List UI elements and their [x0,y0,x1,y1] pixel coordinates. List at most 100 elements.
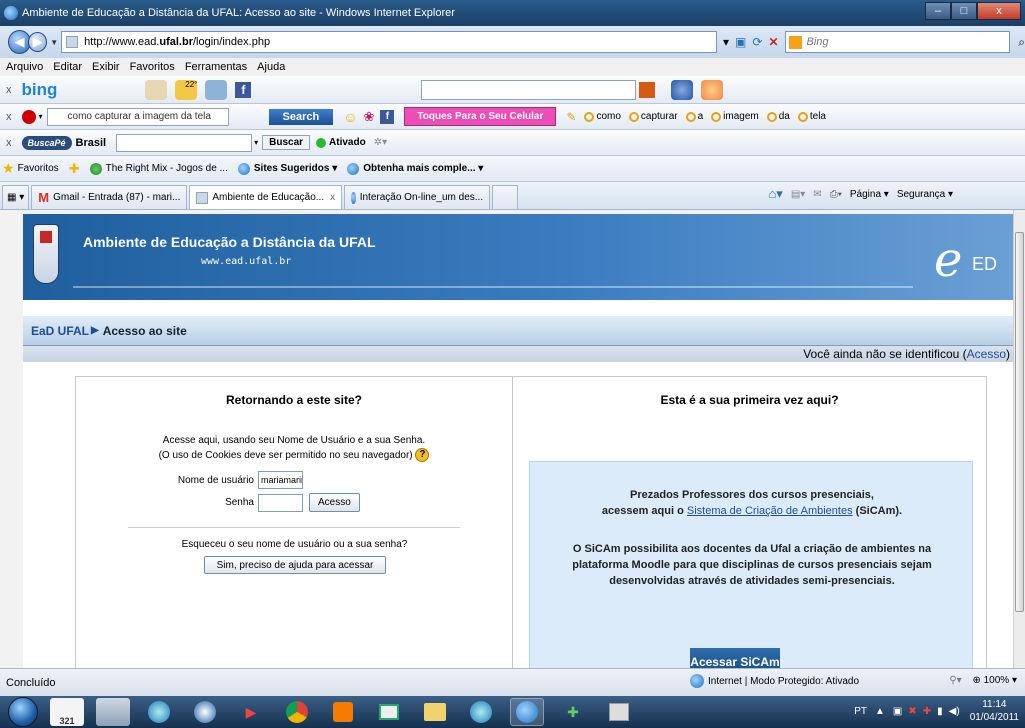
tray-app-icon-2[interactable]: ✖ [908,706,916,717]
tab-gmail[interactable]: M Gmail - Entrada (87) - mari... [31,185,188,209]
zoom-control[interactable]: ⚲▾ ⊕ 100% ▾ [949,675,1017,686]
toolbar-search-button[interactable]: Search [268,108,334,125]
explorer-folder-icon[interactable] [418,698,452,726]
print-icon[interactable]: ⎙▾ [830,189,842,200]
facebook-small-icon[interactable]: f [380,109,395,124]
password-input[interactable] [258,493,303,512]
fav-sites-sugeridos[interactable]: Sites Sugeridos ▾ [237,162,337,175]
menu-ajuda[interactable]: Ajuda [257,61,285,73]
security-zone[interactable]: Internet | Modo Protegido: Ativado [690,674,859,688]
smiley-icon[interactable]: ☺ [343,109,357,125]
bing-toolbar-input[interactable] [421,79,637,100]
search-input[interactable]: Bing [784,31,1011,53]
chip-capturar[interactable]: capturar [628,111,678,122]
chip-a[interactable]: a [685,111,703,122]
forgot-help-button[interactable]: Sim, preciso de ajuda para acessar [204,556,386,574]
itunes-running-icon[interactable] [464,698,498,726]
menu-favoritos[interactable]: Favoritos [130,61,175,73]
scrollbar-thumb[interactable] [1015,232,1024,612]
orange-app-icon[interactable] [326,698,360,726]
popup-icon[interactable]: ⚲▾ [949,675,961,686]
ativado-toggle[interactable]: Ativado [316,137,366,148]
home-icon[interactable]: ⌂▾ [768,186,782,202]
forward-button[interactable]: ▶ [28,32,48,52]
language-indicator[interactable]: PT [854,706,867,717]
orbit-icon[interactable] [188,698,222,726]
stop-icon[interactable]: ✕ [768,35,778,49]
tab-interacao[interactable]: Interação On-line_um des... [344,185,491,209]
buscape-search-button[interactable]: Buscar [262,135,311,150]
feeds-icon[interactable]: ▤▾ [791,189,805,200]
menu-exibir[interactable]: Exibir [92,61,120,73]
refresh-icon[interactable]: ⟳ [752,35,762,49]
tray-app-icon-3[interactable]: ✚ [923,706,931,717]
login-submit-button[interactable]: Acesso [309,493,360,512]
window-app-icon[interactable] [372,698,406,726]
security-menu[interactable]: Segurança ▾ [897,189,953,200]
search-go-icon[interactable]: ⌕ [1018,35,1025,50]
close-button[interactable]: x [977,2,1021,20]
tray-expand-icon[interactable]: ▲ [875,706,885,717]
favorites-button[interactable]: ★ Favoritos [2,160,59,177]
network-icon[interactable]: ▮ [937,706,943,717]
messenger-icon[interactable]: ✚ [556,698,590,726]
chrome-icon[interactable] [280,698,314,726]
menu-editar[interactable]: Editar [53,61,82,73]
settings-gear-icon[interactable]: ✲▾ [374,137,387,148]
breadcrumb-home[interactable]: EaD UFAL [31,324,89,338]
chip-da[interactable]: da [766,111,790,122]
minimize-button[interactable]: – [925,2,951,20]
toolbar-brand-dropdown-icon[interactable]: ▾ [39,112,43,121]
shopping-icon[interactable] [145,79,168,100]
weather-icon[interactable]: 22° [175,79,198,100]
bing-toolbar-close-icon[interactable]: x [6,84,12,96]
calculator-icon[interactable] [96,698,130,726]
mail-icon[interactable]: ✉ [813,189,821,200]
maps-icon[interactable] [205,79,228,100]
start-button[interactable] [8,697,38,727]
address-dropdown-icon[interactable]: ▾ [723,35,729,49]
toolbar-brand-icon[interactable] [21,109,36,124]
internet-explorer-taskbar-icon[interactable] [510,698,544,726]
panel-app-icon[interactable] [602,698,636,726]
help-icon[interactable]: ? [415,448,430,463]
menu-ferramentas[interactable]: Ferramentas [185,61,247,73]
compat-view-icon[interactable]: ▣ [735,35,746,49]
quick-tabs-button[interactable]: ▦ ▾ [2,185,30,209]
new-tab-button[interactable] [492,185,519,209]
buscape-toolbar-close-icon[interactable]: x [6,137,12,149]
tray-app-icon[interactable]: ▣ [893,706,902,717]
globe-icon[interactable] [671,79,694,100]
fav-the-right-mix[interactable]: The Right Mix - Jogos de ... [89,162,228,175]
itunes-icon[interactable] [142,698,176,726]
volume-icon[interactable]: ◀) [949,706,960,717]
bing-toolbar-search-icon[interactable] [639,81,656,98]
toolbar-search-input[interactable]: como capturar a imagem da tela [46,107,229,126]
ringtones-button[interactable]: Toques Para o Seu Celular [404,107,557,126]
highlighter-icon[interactable]: ✎ [566,110,576,124]
search-toolbar-close-icon[interactable]: x [6,111,12,123]
sicam-link[interactable]: Sistema de Criação de Ambientes [687,505,853,517]
history-dropdown-icon[interactable]: ▼ [50,38,58,47]
chip-tela[interactable]: tela [797,111,826,122]
chip-imagem[interactable]: imagem [711,111,759,122]
calendar-icon[interactable]: 321 [50,698,84,726]
maximize-button[interactable]: □ [951,2,977,20]
add-favorite-icon[interactable]: ✚ [69,161,80,177]
username-input[interactable]: mariamarinho [258,471,303,489]
chip-como[interactable]: como [584,111,621,122]
buscape-dropdown-icon[interactable]: ▾ [254,138,258,147]
buscape-search-input[interactable] [116,133,253,152]
tab-close-icon[interactable]: x [330,192,335,203]
fav-obtenha-mais[interactable]: Obtenha mais comple... ▾ [347,162,483,175]
address-bar[interactable]: http://www.ead. ufal.br/login/index.php [61,31,718,53]
media-icon[interactable]: ▶ [234,698,268,726]
clock[interactable]: 11:14 01/04/2011 [970,698,1019,724]
access-sicam-button[interactable]: Acessar SiCAm [690,648,780,668]
login-link[interactable]: Acesso [967,347,1006,361]
facebook-icon[interactable]: f [235,81,252,98]
menu-arquivo[interactable]: Arquivo [6,61,43,73]
page-menu[interactable]: Página ▾ [850,189,889,200]
tab-ambiente[interactable]: Ambiente de Educação... x [189,185,343,209]
sparkle-icon[interactable] [701,79,724,100]
